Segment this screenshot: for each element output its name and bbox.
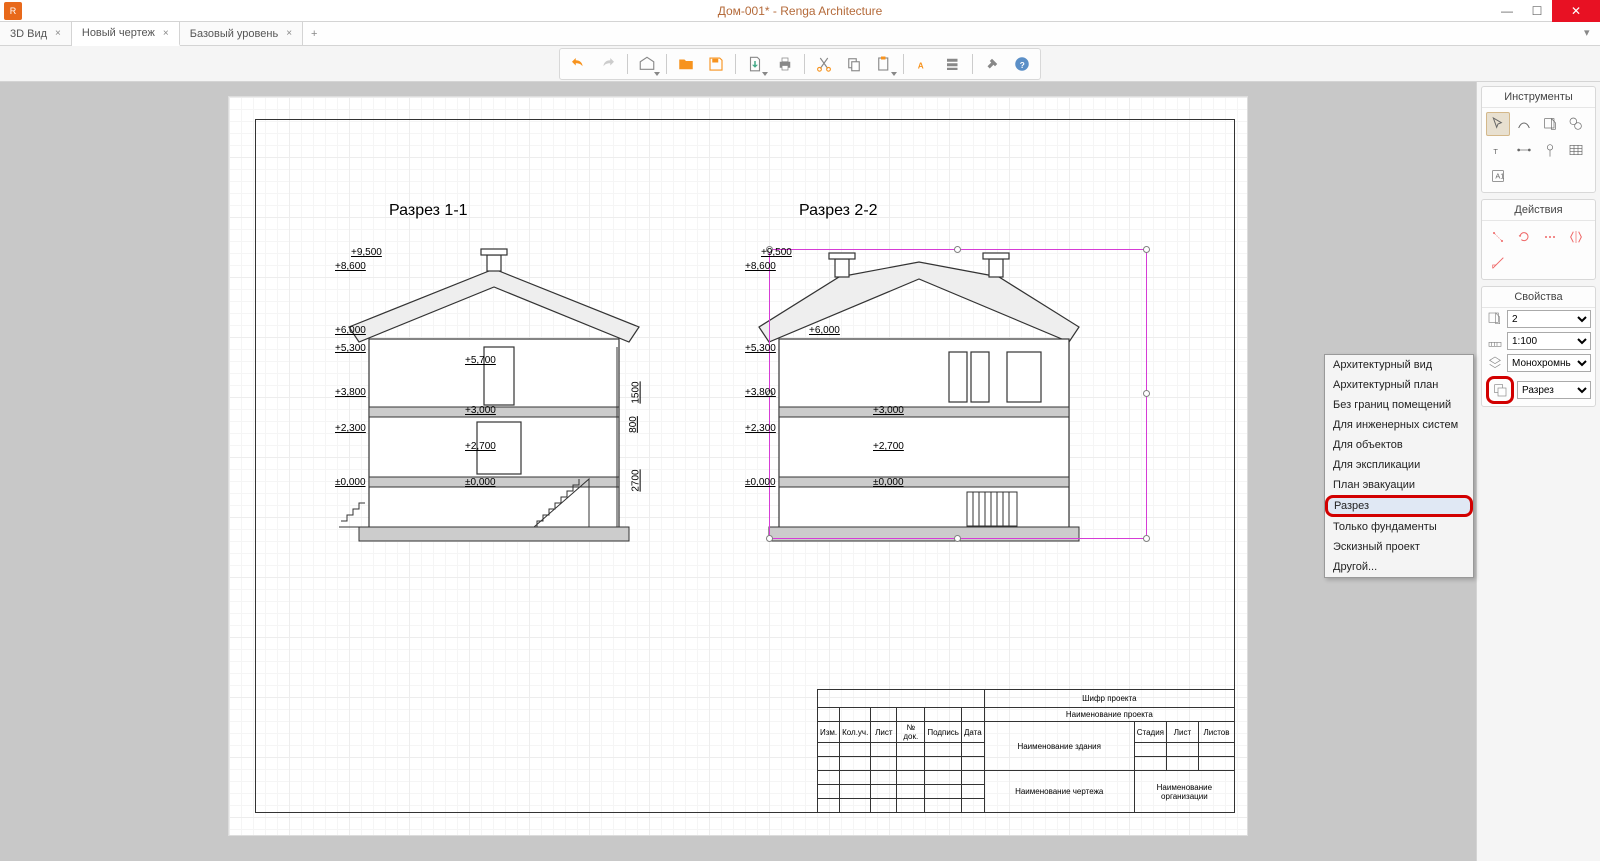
move-action[interactable] xyxy=(1486,225,1510,249)
close-icon[interactable]: × xyxy=(55,28,61,39)
measure-action[interactable] xyxy=(1486,251,1510,275)
property-style-row: Монохромнь xyxy=(1482,352,1595,374)
building-section-1 xyxy=(329,247,659,547)
select-tool[interactable] xyxy=(1486,112,1510,136)
app-icon: R xyxy=(4,2,22,20)
close-button[interactable]: ✕ xyxy=(1552,0,1600,22)
viewtype-dropdown-list[interactable]: Архитектурный вид Архитектурный план Без… xyxy=(1324,354,1474,578)
hatch-tool[interactable] xyxy=(1564,112,1588,136)
help-button[interactable]: ? xyxy=(1008,51,1036,77)
redo-button[interactable] xyxy=(594,51,622,77)
add-tab-button[interactable]: + xyxy=(303,22,325,45)
mirror-action[interactable] xyxy=(1564,225,1588,249)
drawing-sheet: Разрез 1-1 Разрез 2-2 xyxy=(228,96,1248,836)
dropdown-item[interactable]: Для экспликации xyxy=(1325,455,1473,475)
property-name-row: 2 xyxy=(1482,308,1595,330)
tab-new-drawing[interactable]: Новый чертеж × xyxy=(72,22,180,46)
tab-label: Новый чертеж xyxy=(82,27,155,39)
dropdown-item[interactable]: Эскизный проект xyxy=(1325,537,1473,557)
text-style-button[interactable]: A xyxy=(909,51,937,77)
maximize-button[interactable]: ☐ xyxy=(1522,0,1552,22)
open-button[interactable] xyxy=(672,51,700,77)
tab-label: 3D Вид xyxy=(10,28,47,40)
rotate-action[interactable] xyxy=(1512,225,1536,249)
table-tool[interactable] xyxy=(1564,138,1588,162)
property-scale-select[interactable]: 1:100 xyxy=(1507,332,1591,350)
close-icon[interactable]: × xyxy=(286,28,292,39)
dropdown-item[interactable]: Только фундаменты xyxy=(1325,517,1473,537)
settings-button[interactable] xyxy=(978,51,1006,77)
main-toolbar: A ? xyxy=(559,48,1041,80)
properties-panel: Свойства 2 1:100 Монохромнь Разрез xyxy=(1481,286,1596,407)
selection-box[interactable] xyxy=(769,249,1147,539)
tabbar: 3D Вид × Новый чертеж × Базовый уровень … xyxy=(0,22,1600,46)
print-button[interactable] xyxy=(771,51,799,77)
tab-3d-view[interactable]: 3D Вид × xyxy=(0,22,72,45)
dropdown-item[interactable]: Архитектурный план xyxy=(1325,375,1473,395)
canvas[interactable]: Разрез 1-1 Разрез 2-2 xyxy=(0,82,1476,861)
svg-text:A: A xyxy=(918,61,924,70)
tab-label: Базовый уровень xyxy=(190,28,278,40)
svg-text:?: ? xyxy=(1020,60,1025,69)
export-button[interactable] xyxy=(741,51,769,77)
titlebar: R Дом-001* - Renga Architecture — ☐ ✕ xyxy=(0,0,1600,22)
line-tool[interactable] xyxy=(1512,112,1536,136)
close-icon[interactable]: × xyxy=(163,28,169,39)
text-tool[interactable]: T xyxy=(1486,138,1510,162)
dropdown-item[interactable]: Для инженерных систем xyxy=(1325,415,1473,435)
section-tool[interactable] xyxy=(1538,112,1562,136)
paste-button[interactable] xyxy=(870,51,898,77)
axis-tool[interactable] xyxy=(1538,138,1562,162)
property-name-select[interactable]: 2 xyxy=(1507,310,1591,328)
copy-action[interactable] xyxy=(1538,225,1562,249)
viewtype-icon xyxy=(1491,381,1509,399)
panel-title: Свойства xyxy=(1482,287,1595,308)
collapse-ribbon-icon[interactable]: ▾ xyxy=(1584,26,1596,38)
section-1-title: Разрез 1-1 xyxy=(389,202,468,220)
cut-button[interactable] xyxy=(810,51,838,77)
dropdown-item[interactable]: Без границ помещений xyxy=(1325,395,1473,415)
actions-panel: Действия xyxy=(1481,199,1596,280)
copy-button[interactable] xyxy=(840,51,868,77)
dropdown-item[interactable]: План эвакуации xyxy=(1325,475,1473,495)
dropdown-item[interactable]: Для объектов xyxy=(1325,435,1473,455)
property-scale-row: 1:100 xyxy=(1482,330,1595,352)
tab-base-level[interactable]: Базовый уровень × xyxy=(180,22,303,45)
panel-title: Инструменты xyxy=(1482,87,1595,108)
style-icon xyxy=(1486,354,1504,372)
svg-text:T: T xyxy=(1493,147,1498,156)
title-block: Шифр проекта Наименование проекта Изм.Ко… xyxy=(817,689,1235,813)
undo-button[interactable] xyxy=(564,51,592,77)
dropdown-item[interactable]: Другой... xyxy=(1325,557,1473,577)
dropdown-item[interactable]: Архитектурный вид xyxy=(1325,355,1473,375)
property-style-select[interactable]: Монохромнь xyxy=(1507,354,1591,372)
save-button[interactable] xyxy=(702,51,730,77)
name-icon xyxy=(1486,310,1504,328)
minimize-button[interactable]: — xyxy=(1492,0,1522,22)
right-panel-column: Инструменты T A1 Действия xyxy=(1476,82,1600,861)
property-viewtype-row: Разрез xyxy=(1482,374,1595,406)
tools-panel: Инструменты T A1 xyxy=(1481,86,1596,193)
sheet-tool[interactable]: A1 xyxy=(1486,164,1510,188)
dimension-tool[interactable] xyxy=(1512,138,1536,162)
window-title: Дом-001* - Renga Architecture xyxy=(718,4,883,18)
layers-button[interactable] xyxy=(939,51,967,77)
view-button[interactable] xyxy=(633,51,661,77)
svg-text:A1: A1 xyxy=(1495,172,1504,181)
scale-icon xyxy=(1486,332,1504,350)
property-viewtype-select[interactable]: Разрез xyxy=(1517,381,1591,399)
panel-title: Действия xyxy=(1482,200,1595,221)
section-2-title: Разрез 2-2 xyxy=(799,202,878,220)
dropdown-item-selected[interactable]: Разрез xyxy=(1325,495,1473,517)
toolbar-area: A ? xyxy=(0,46,1600,82)
